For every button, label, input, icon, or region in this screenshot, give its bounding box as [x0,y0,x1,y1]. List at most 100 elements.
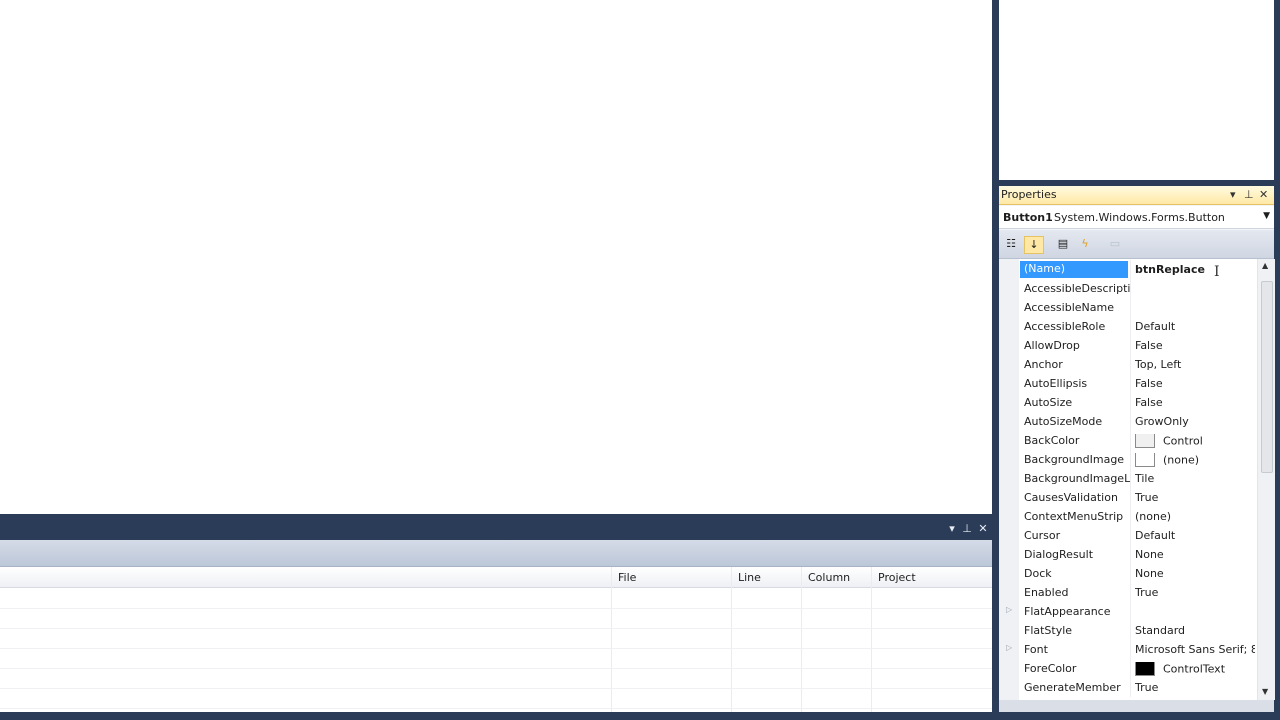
column-header-line[interactable]: Line [738,571,761,584]
property-row[interactable]: AccessibleName [999,298,1257,317]
property-value[interactable]: True [1135,586,1255,599]
property-value[interactable]: False [1135,396,1255,409]
scroll-up-icon[interactable]: ▲ [1262,261,1268,270]
property-row[interactable]: ForeColor ControlText [999,659,1257,678]
table-row[interactable] [0,608,992,629]
color-swatch [1135,434,1155,448]
property-column-divider [1130,450,1131,469]
scroll-down-icon[interactable]: ▼ [1262,687,1268,696]
property-value[interactable]: None [1135,548,1255,561]
close-icon[interactable]: ✕ [977,522,989,535]
property-column-divider [1130,526,1131,545]
property-value[interactable]: Default [1135,529,1255,542]
property-name: AutoEllipsis [1024,377,1088,390]
form-designer-surface[interactable] [0,0,992,514]
property-grid-scrollbar[interactable]: ▲ ▼ [1257,259,1275,700]
column-header-project[interactable]: Project [878,571,916,584]
property-row[interactable]: AutoSizeMode GrowOnly [999,412,1257,431]
property-column-divider [1130,659,1131,678]
property-value[interactable]: Default [1135,320,1255,333]
object-selector[interactable]: Button1 System.Windows.Forms.Button ▼ [999,206,1274,229]
property-value[interactable]: True [1135,491,1255,504]
property-value[interactable]: Control [1135,434,1255,448]
property-row[interactable]: ▷ FlatAppearance [999,602,1257,621]
scrollbar-thumb[interactable] [1261,281,1273,473]
property-row[interactable]: Enabled True [999,583,1257,602]
categorized-icon[interactable]: ☷ [1002,236,1020,252]
property-row[interactable]: ContextMenuStrip (none) [999,507,1257,526]
property-value[interactable]: ControlText [1135,662,1255,676]
property-name: ForeColor [1024,662,1077,675]
property-row[interactable]: AutoEllipsis False [999,374,1257,393]
pin-icon[interactable]: ⊥ [1244,188,1254,201]
property-name: Anchor [1024,358,1063,371]
object-type: System.Windows.Forms.Button [1054,211,1225,224]
property-value[interactable]: btnReplace [1135,263,1255,276]
property-name: CausesValidation [1024,491,1118,504]
property-value-text: ControlText [1163,662,1226,676]
property-column-divider [1130,469,1131,488]
column-header-file[interactable]: File [618,571,636,584]
alphabetical-sort-icon[interactable]: ↓ [1024,236,1044,254]
property-grid: (Name) btnReplace AccessibleDescriptio Acce… [999,259,1257,700]
property-row[interactable]: Anchor Top, Left [999,355,1257,374]
property-column-divider [1130,298,1131,317]
property-name: (Name) [1020,261,1128,278]
property-value[interactable]: False [1135,339,1255,352]
property-value[interactable]: (none) [1135,453,1255,467]
table-row[interactable] [0,668,992,689]
property-pages-icon[interactable]: ▭ [1106,236,1124,252]
property-name: BackgroundImageLa [1024,472,1130,485]
table-row[interactable] [0,628,992,649]
property-value[interactable]: Standard [1135,624,1255,637]
window-position-dropdown-icon[interactable]: ▾ [946,522,958,535]
window-position-dropdown-icon[interactable]: ▾ [1230,188,1236,201]
property-row[interactable]: AllowDrop False [999,336,1257,355]
property-column-divider [1130,545,1131,564]
property-row[interactable]: BackColor Control [999,431,1257,450]
error-list-header: File Line Column Project [0,567,992,588]
property-row[interactable]: FlatStyle Standard [999,621,1257,640]
property-row[interactable]: GenerateMember True [999,678,1257,697]
property-row[interactable]: DialogResult None [999,545,1257,564]
property-row[interactable]: BackgroundImage (none) [999,450,1257,469]
property-row[interactable]: AccessibleDescriptio [999,279,1257,298]
property-value[interactable]: Top, Left [1135,358,1255,371]
table-row[interactable] [0,588,992,609]
property-row[interactable]: BackgroundImageLa Tile [999,469,1257,488]
properties-view-icon[interactable]: ▤ [1054,236,1072,252]
property-value[interactable]: GrowOnly [1135,415,1255,428]
property-column-divider [1130,336,1131,355]
expand-arrow-icon[interactable]: ▷ [1006,643,1012,652]
property-row[interactable]: Cursor Default [999,526,1257,545]
property-row[interactable]: AutoSize False [999,393,1257,412]
properties-titlebar: Properties ▾ ⊥ ✕ [999,186,1274,205]
table-row[interactable] [0,648,992,669]
pin-icon[interactable]: ⊥ [961,522,973,535]
text-cursor-icon: I [1214,264,1220,280]
property-value[interactable]: Microsoft Sans Serif; 8,2 [1135,643,1255,656]
property-value[interactable]: False [1135,377,1255,390]
table-row[interactable] [0,688,992,709]
property-name: AutoSize [1024,396,1073,409]
property-row[interactable]: CausesValidation True [999,488,1257,507]
property-column-divider [1130,678,1131,697]
property-value[interactable]: None [1135,567,1255,580]
expand-arrow-icon[interactable]: ▷ [1006,605,1012,614]
property-row[interactable]: ▷ Font Microsoft Sans Serif; 8,2 [999,640,1257,659]
property-name: Enabled [1024,586,1069,599]
solution-explorer-panel [999,0,1274,180]
chevron-down-icon[interactable]: ▼ [1263,211,1270,221]
property-row[interactable]: Dock None [999,564,1257,583]
property-column-divider [1130,602,1131,621]
property-name: FlatStyle [1024,624,1073,637]
events-lightning-icon[interactable]: ϟ [1076,236,1094,252]
property-value[interactable]: Tile [1135,472,1255,485]
property-name: ContextMenuStrip [1024,510,1124,523]
property-column-divider [1130,583,1131,602]
property-row[interactable]: AccessibleRole Default [999,317,1257,336]
column-header-column[interactable]: Column [808,571,850,584]
property-value[interactable]: (none) [1135,510,1255,523]
property-value[interactable]: True [1135,681,1255,694]
close-icon[interactable]: ✕ [1259,188,1268,201]
